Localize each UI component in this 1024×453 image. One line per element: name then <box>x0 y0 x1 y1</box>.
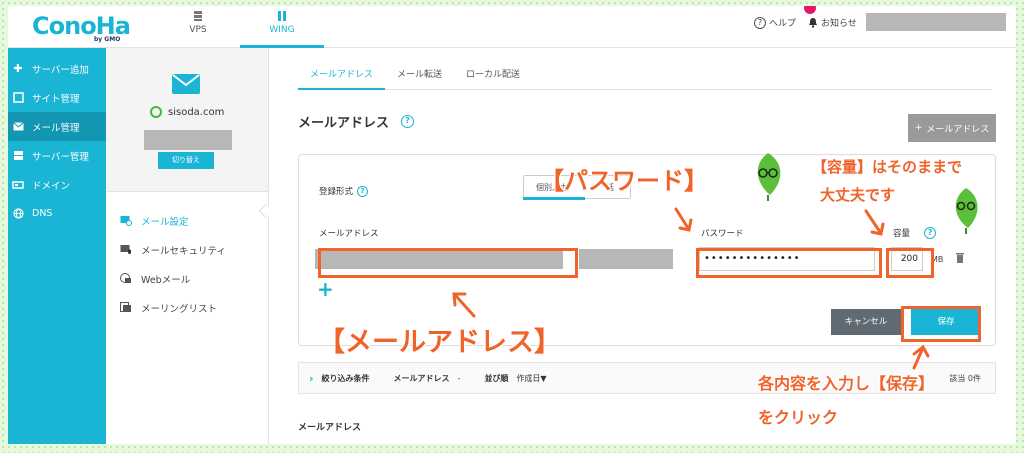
annotation-arrows <box>452 207 930 370</box>
app-window: ConoHa by GMO VPS WING ? ヘルプ お知らせ ✚ サーバー… <box>8 6 1016 444</box>
leaf-mascot-icon <box>955 188 978 234</box>
arrow-to-capacity <box>864 209 882 234</box>
leaf-mascot-icon <box>757 153 781 201</box>
arrow-to-password <box>674 207 690 230</box>
arrow-to-address <box>454 294 476 318</box>
